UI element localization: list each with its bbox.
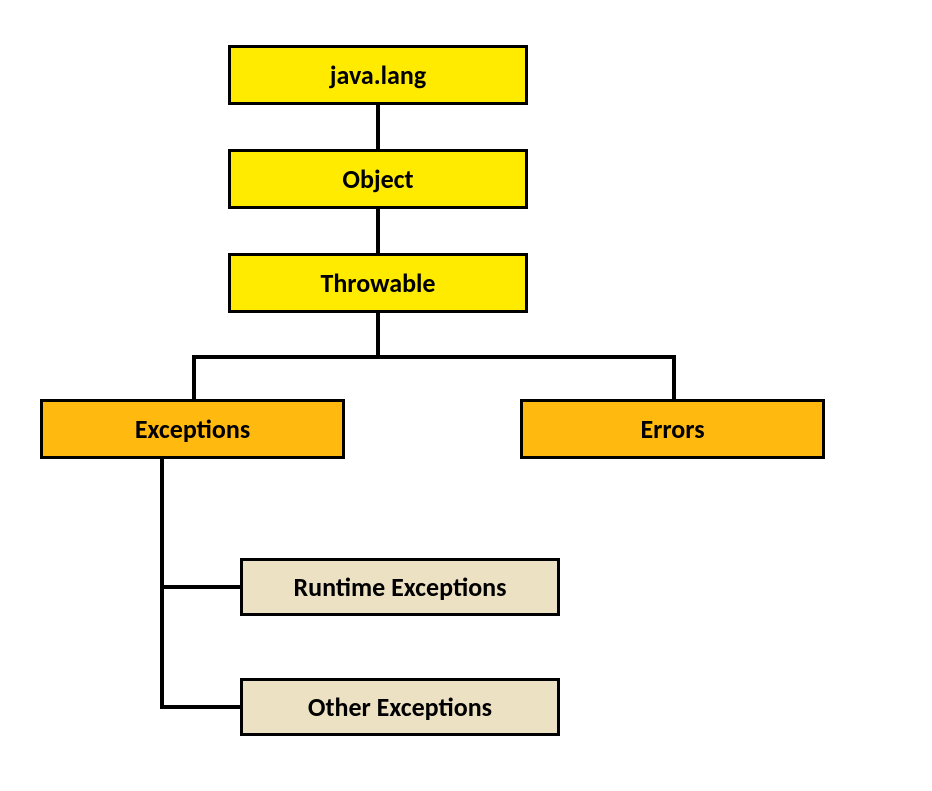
node-runtime-exceptions: Runtime Exceptions [240,558,560,616]
connector-to-errors [672,355,676,399]
node-java-lang: java.lang [228,45,528,105]
node-object: Object [228,149,528,209]
connector-horizontal-split [192,355,676,359]
node-errors: Errors [520,399,825,459]
node-throwable: Throwable [228,253,528,313]
connector-to-exceptions [192,355,196,399]
node-exceptions: Exceptions [40,399,345,459]
connector-to-runtime [160,585,242,589]
node-other-exceptions: Other Exceptions [240,678,560,736]
connector-object-throwable [376,209,380,253]
connector-throwable-down [376,313,380,357]
connector-javalang-object [376,105,380,149]
connector-exceptions-vertical [160,459,164,709]
connector-to-other [160,705,242,709]
